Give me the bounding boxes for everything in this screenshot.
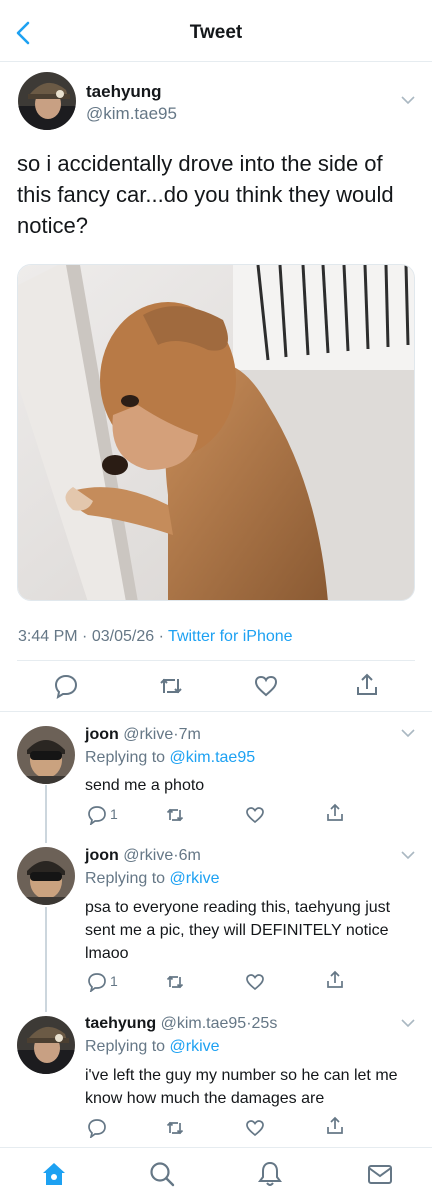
home-icon[interactable] (40, 1160, 68, 1188)
like-heart-icon[interactable] (245, 972, 265, 992)
replying-to-line: Replying to @rkive (85, 870, 220, 888)
divider (0, 711, 432, 712)
share-icon[interactable] (325, 803, 345, 823)
tweet-media-image[interactable] (17, 264, 415, 601)
reply-author-name[interactable]: taehyung (85, 1015, 156, 1032)
reply-author-handle[interactable]: @rkive (123, 726, 173, 743)
messages-icon[interactable] (366, 1160, 394, 1188)
reply-text: i've left the guy my number so he can le… (85, 1067, 398, 1107)
reply-icon[interactable] (87, 972, 107, 992)
replying-to-line: Replying to @rkive (85, 1038, 220, 1056)
replying-to-label: Replying to (85, 870, 166, 887)
tweet-text: so i accidentally drove into the side of… (17, 151, 394, 238)
retweet-icon[interactable] (165, 805, 185, 825)
page-title: Tweet (189, 22, 243, 43)
reply-text: psa to everyone reading this, taehyung j… (85, 899, 391, 962)
reply-header: joon @rkive·6m (85, 847, 201, 865)
separator: · (158, 628, 164, 645)
like-heart-icon[interactable] (245, 805, 265, 825)
author-name[interactable]: taehyung (86, 82, 162, 102)
share-icon[interactable] (354, 672, 380, 698)
top-bar: Tweet (0, 0, 432, 62)
mention-link[interactable]: @rkive (170, 1038, 220, 1055)
tweet-action-bar (0, 662, 432, 710)
avatar[interactable] (17, 847, 75, 905)
like-heart-icon[interactable] (245, 1118, 265, 1138)
reply-count: 1 (110, 806, 118, 822)
reply-author-handle[interactable]: @rkive (123, 847, 173, 864)
retweet-icon[interactable] (165, 972, 185, 992)
chevron-down-icon[interactable] (401, 96, 415, 105)
reply-header: joon @rkive·7m (85, 726, 201, 744)
replying-to-line: Replying to @kim.tae95 (85, 749, 255, 767)
tweet-time: 3:44 PM (18, 628, 78, 645)
mention-link[interactable]: @rkive (170, 870, 220, 887)
share-icon[interactable] (325, 1116, 345, 1136)
retweet-icon[interactable] (165, 1118, 185, 1138)
avatar[interactable] (17, 1016, 75, 1074)
notifications-icon[interactable] (256, 1160, 284, 1188)
reply-author-handle[interactable]: @kim.tae95 (161, 1015, 247, 1032)
mention-link[interactable]: @kim.tae95 (170, 749, 256, 766)
retweet-icon[interactable] (158, 673, 184, 699)
reply-icon[interactable] (87, 805, 107, 825)
reply-author-name[interactable]: joon (85, 847, 119, 864)
replying-to-label: Replying to (85, 749, 166, 766)
thread-connector (45, 907, 47, 1012)
reply-text: send me a photo (85, 777, 205, 794)
reply-header: taehyung @kim.tae95·25s (85, 1015, 277, 1033)
divider (17, 660, 415, 661)
reply-icon[interactable] (87, 1118, 107, 1138)
tweet-date: 03/05/26 (91, 628, 155, 645)
separator: · (82, 628, 88, 645)
chevron-down-icon[interactable] (401, 851, 415, 860)
share-icon[interactable] (325, 970, 345, 990)
reply-time: 25s (251, 1015, 278, 1032)
avatar[interactable] (18, 72, 76, 130)
reply-author-name[interactable]: joon (85, 726, 119, 743)
reply-icon[interactable] (53, 673, 79, 699)
replying-to-label: Replying to (85, 1038, 166, 1055)
like-heart-icon[interactable] (253, 673, 279, 699)
reply-count: 1 (110, 973, 118, 989)
tweet-timestamp: 3:44 PM · 03/05/26 · Twitter for iPhone (18, 628, 293, 646)
avatar[interactable] (17, 726, 75, 784)
bottom-tab-bar (0, 1147, 432, 1199)
chevron-down-icon[interactable] (401, 1019, 415, 1028)
author-handle[interactable]: @kim.tae95 (86, 104, 177, 124)
tweet-source-link[interactable]: Twitter for iPhone (168, 628, 293, 645)
reply-time: 6m (178, 847, 201, 864)
reply-time: 7m (178, 726, 201, 743)
thread-connector (45, 785, 47, 843)
chevron-down-icon[interactable] (401, 729, 415, 738)
search-icon[interactable] (148, 1160, 176, 1188)
